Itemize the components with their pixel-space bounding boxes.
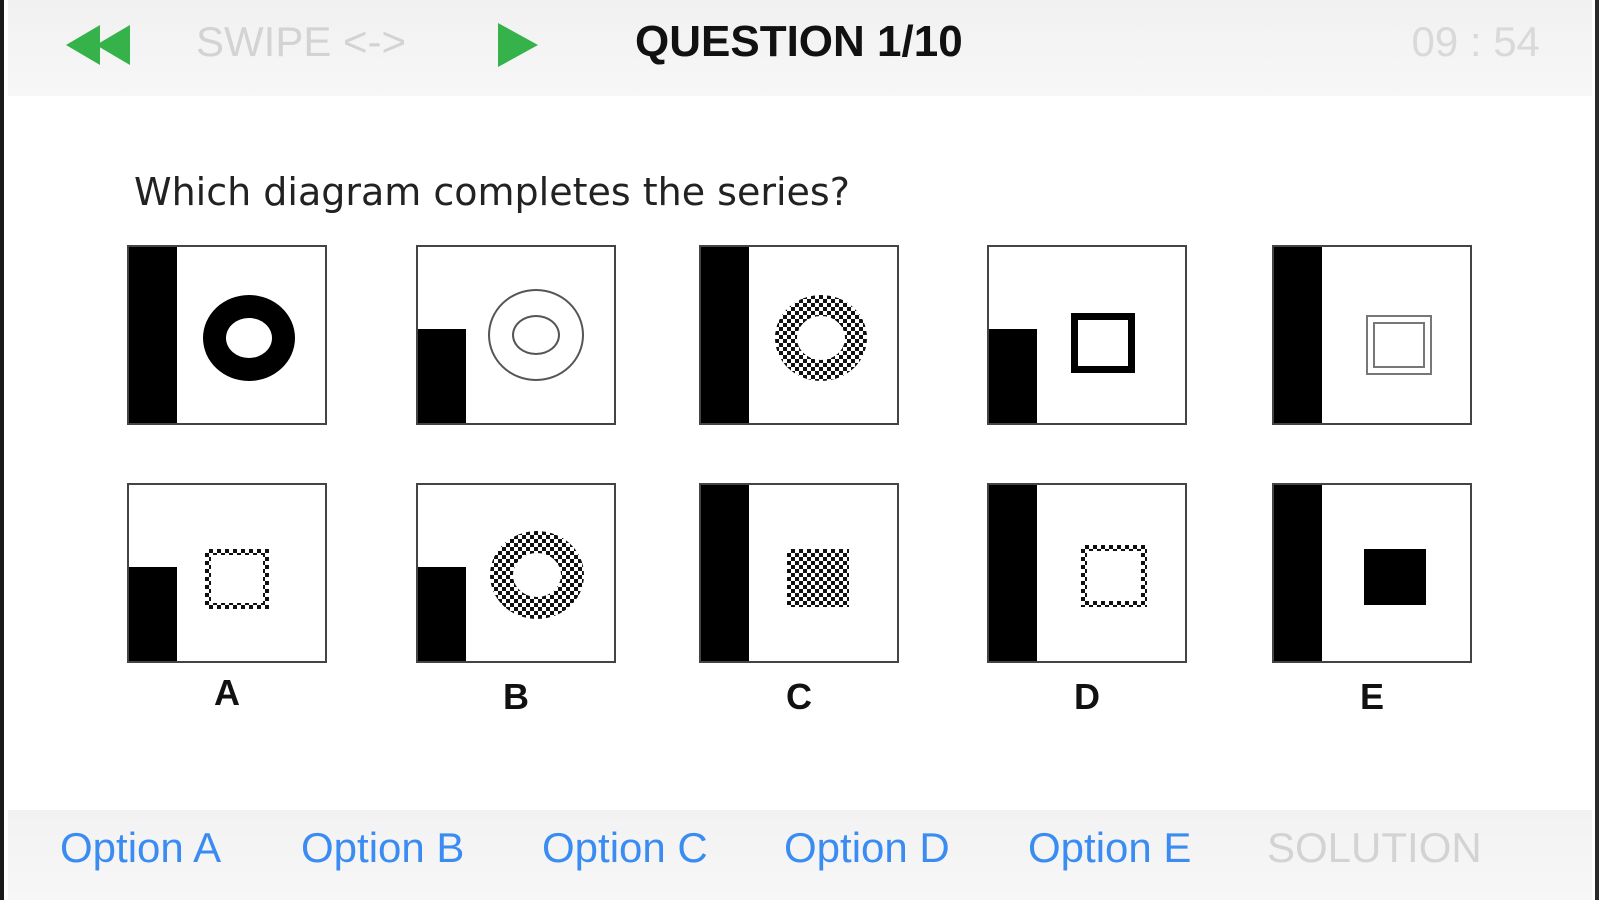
checkered-square-frame [1081, 545, 1147, 607]
window-frame-left [0, 0, 4, 900]
option-a-button[interactable]: Option A [60, 824, 221, 872]
series-figure-5 [1272, 245, 1472, 425]
play-button[interactable] [496, 23, 540, 67]
question-counter: QUESTION 1/10 [635, 17, 963, 66]
series-figure-1 [127, 245, 327, 425]
answer-option-d[interactable] [987, 483, 1187, 663]
series-figure-4 [987, 245, 1187, 425]
countdown-timer: 09 : 54 [1411, 18, 1540, 65]
vertical-bar-full [701, 247, 749, 423]
swipe-hint: SWIPE <-> [196, 18, 407, 65]
rewind-button[interactable] [66, 25, 138, 65]
checkered-filled-square [787, 549, 849, 607]
vertical-bar-half [418, 329, 466, 423]
vertical-bar-full [1274, 247, 1322, 423]
inner-thin-ring [512, 315, 560, 355]
checkered-ring [490, 531, 584, 619]
thick-black-square [1071, 313, 1135, 373]
thick-black-ring [203, 295, 295, 381]
vertical-bar-full [989, 485, 1037, 661]
option-d-button[interactable]: Option D [784, 824, 950, 872]
vertical-bar-half [129, 567, 177, 661]
answer-option-b[interactable] [416, 483, 616, 663]
option-letter-c: C [786, 676, 812, 717]
option-letter-a: A [214, 672, 240, 713]
vertical-bar-full [1274, 485, 1322, 661]
answer-option-a[interactable] [127, 483, 327, 663]
option-letter-e: E [1359, 676, 1384, 717]
option-b-button[interactable]: Option B [301, 824, 464, 872]
question-prompt: Which diagram completes the series? [134, 170, 850, 214]
series-figure-3 [699, 245, 899, 425]
series-figure-2 [416, 245, 616, 425]
solid-black-square [1364, 549, 1426, 605]
rewind-icon [66, 25, 130, 65]
bottom-bar: Option A Option B Option C Option D Opti… [8, 810, 1592, 900]
option-letter-d: D [1074, 676, 1100, 717]
vertical-bar-full [129, 247, 177, 423]
option-c-button[interactable]: Option C [542, 824, 708, 872]
answer-option-e[interactable] [1272, 483, 1472, 663]
option-e-button[interactable]: Option E [1028, 824, 1191, 872]
option-letter-b: B [503, 676, 529, 717]
vertical-bar-full [701, 485, 749, 661]
play-icon [498, 23, 538, 67]
vertical-bar-half [989, 329, 1037, 423]
solution-button[interactable]: SOLUTION [1267, 824, 1482, 872]
top-bar: SWIPE <-> QUESTION 1/10 09 : 54 [8, 0, 1592, 96]
answer-option-c[interactable] [699, 483, 899, 663]
inner-thin-square [1373, 322, 1425, 368]
vertical-bar-half [418, 567, 466, 661]
checkered-ring [775, 295, 867, 381]
window-frame-right [1595, 0, 1599, 900]
checkered-square-frame [205, 549, 269, 609]
